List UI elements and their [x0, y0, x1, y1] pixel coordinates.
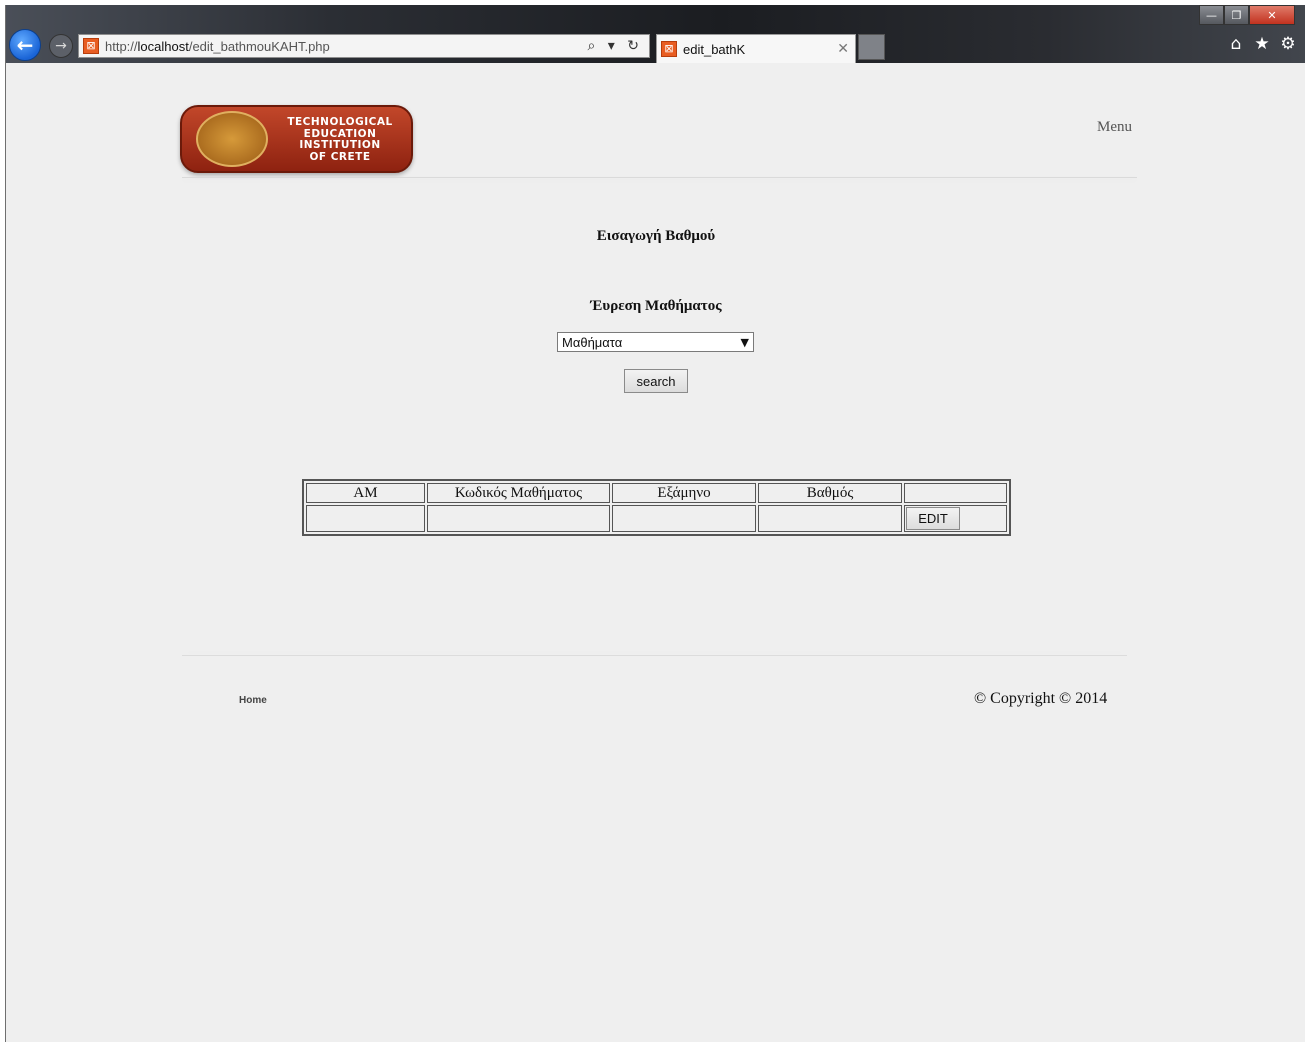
url-path: /edit_bathmouKAHT.php — [188, 38, 330, 54]
new-tab-button[interactable] — [858, 34, 885, 60]
search-button[interactable]: search — [624, 369, 688, 393]
forward-icon[interactable]: → — [49, 34, 73, 58]
cell-action: EDIT — [904, 505, 1007, 532]
column-header-action — [904, 483, 1007, 503]
home-icon[interactable]: ⌂ — [1228, 34, 1244, 54]
address-bar[interactable]: ⊠ http:// localhost /edit_bathmouKAHT.ph… — [78, 34, 650, 58]
column-header-grade: Βαθμός — [758, 483, 902, 503]
table-header-row: AM Κωδικός Μαθήματος Εξάμηνο Βαθμός — [306, 483, 1007, 503]
browser-window: ← → ⊠ http:// localhost /edit_bathmouKAH… — [5, 5, 1305, 1042]
browser-toolbar-icons: ⌂ ★ ⚙ — [1228, 34, 1296, 54]
tab-title: edit_bathK — [683, 41, 746, 57]
teicrete-logo[interactable]: TECHNOLOGICAL EDUCATION INSTITUTION OF C… — [180, 105, 413, 173]
footer-divider — [182, 655, 1127, 656]
cell-grade — [758, 505, 902, 532]
minimize-icon[interactable]: — — [1199, 5, 1224, 25]
back-icon[interactable]: ← — [9, 29, 41, 61]
course-select[interactable]: Μαθήματα ▼ — [557, 332, 754, 352]
page-content: TECHNOLOGICAL EDUCATION INSTITUTION OF C… — [6, 63, 1305, 1042]
restore-icon[interactable]: ❐ — [1224, 5, 1249, 25]
tab-edit-bathk[interactable]: ⊠ edit_bathK ✕ — [656, 34, 856, 63]
course-select-value: Μαθήματα — [562, 334, 623, 350]
favorites-star-icon[interactable]: ★ — [1254, 34, 1270, 54]
course-search-title: Έυρεση Μαθήματος — [590, 298, 722, 314]
url-prefix: http:// — [105, 38, 138, 54]
cell-semester — [612, 505, 756, 532]
edit-button[interactable]: EDIT — [906, 507, 960, 530]
menu-link[interactable]: Menu — [1097, 119, 1132, 136]
tab-close-icon[interactable]: ✕ — [837, 41, 849, 57]
cell-am — [306, 505, 425, 532]
url-host: localhost — [137, 38, 189, 54]
table-row: EDIT — [306, 505, 1007, 532]
window-controls: — ❐ ✕ — [1199, 5, 1295, 27]
close-window-icon[interactable]: ✕ — [1249, 5, 1295, 25]
settings-gear-icon[interactable]: ⚙ — [1280, 34, 1296, 54]
header-divider — [182, 177, 1137, 178]
page-title: Εισαγωγή Βαθμού — [596, 228, 716, 244]
footer-home-link[interactable]: Home — [239, 695, 267, 706]
copyright-text: © Copyright © 2014 — [974, 690, 1108, 707]
logo-text: TECHNOLOGICAL EDUCATION INSTITUTION OF C… — [287, 116, 393, 163]
column-header-course-code: Κωδικός Μαθήματος — [427, 483, 610, 503]
column-header-am: AM — [306, 483, 425, 503]
grades-table: AM Κωδικός Μαθήματος Εξάμηνο Βαθμός EDIT — [302, 479, 1011, 536]
tab-favicon-icon: ⊠ — [661, 41, 677, 57]
search-refresh-icons[interactable]: ⌕ ▾ ↻ — [588, 38, 644, 54]
cell-course-code — [427, 505, 610, 532]
site-favicon-icon: ⊠ — [83, 38, 99, 54]
column-header-semester: Εξάμηνο — [612, 483, 756, 503]
logo-seal-icon — [196, 111, 268, 167]
browser-titlebar: ← → ⊠ http:// localhost /edit_bathmouKAH… — [6, 5, 1305, 63]
chevron-down-icon: ▼ — [740, 335, 749, 349]
